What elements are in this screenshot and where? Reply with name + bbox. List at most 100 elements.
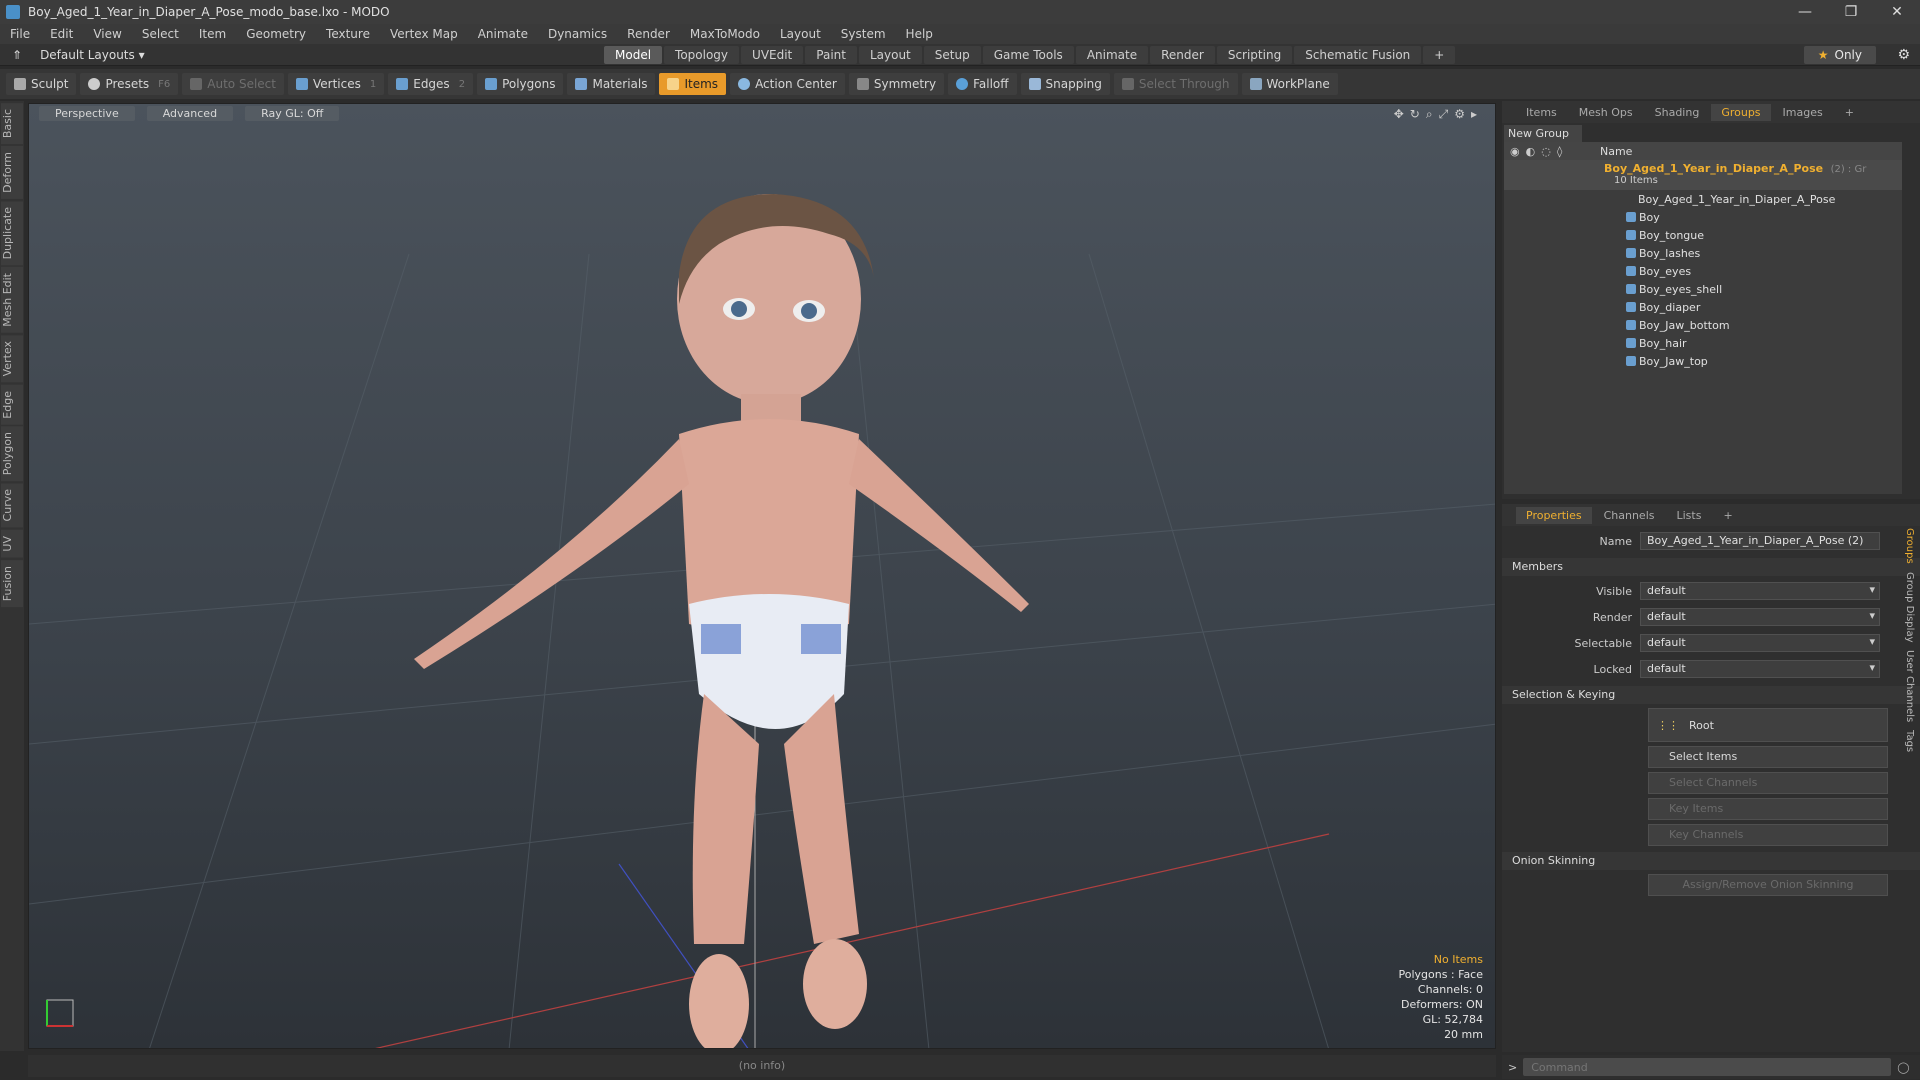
menu-view[interactable]: View [83,27,131,41]
action-center-button[interactable]: Action Center [730,73,845,95]
list-item[interactable]: Boy_Aged_1_Year_in_Diaper_A_Pose [1504,190,1902,208]
add-panel-tab[interactable]: + [1835,104,1864,121]
tab-schematic-fusion[interactable]: Schematic Fusion [1294,46,1422,64]
tab-shading[interactable]: Shading [1645,104,1710,121]
list-item[interactable]: Boy_Jaw_bottom [1504,316,1902,334]
pan-icon[interactable]: ✥ [1394,107,1404,122]
vertices-button[interactable]: Vertices 1 [287,73,385,95]
auto-select-button[interactable]: Auto Select [182,73,284,95]
tab-mesh-ops[interactable]: Mesh Ops [1569,104,1643,121]
add-properties-tab[interactable]: + [1713,507,1742,524]
menu-file[interactable]: File [0,27,40,41]
menu-texture[interactable]: Texture [316,27,380,41]
tab-layout[interactable]: Layout [858,46,922,64]
menu-layout[interactable]: Layout [770,27,831,41]
zoom-icon[interactable]: ⌕ [1426,107,1433,122]
list-item[interactable]: Boy_tongue [1504,226,1902,244]
tab-uv[interactable]: UV [1,529,23,558]
onion-skinning-section[interactable]: Onion Skinning [1502,852,1920,870]
list-item[interactable]: Boy_Jaw_top [1504,352,1902,370]
list-item[interactable]: Boy_lashes [1504,244,1902,262]
tab-topology[interactable]: Topology [664,46,740,64]
menu-render[interactable]: Render [617,27,680,41]
menu-item[interactable]: Item [189,27,236,41]
tab-polygon[interactable]: Polygon [1,426,23,482]
name-field[interactable]: Boy_Aged_1_Year_in_Diaper_A_Pose (2) [1640,532,1880,550]
rotate-icon[interactable]: ↻ [1410,107,1420,122]
presets-button[interactable]: Presets F6 [80,73,179,95]
maximize-icon[interactable]: ❐ [1828,0,1874,24]
render-icon[interactable]: ◐ [1526,145,1536,158]
menu-vertex-map[interactable]: Vertex Map [380,27,468,41]
perspective-dropdown[interactable]: Perspective [39,106,135,121]
menu-select[interactable]: Select [132,27,189,41]
list-item[interactable]: Boy_eyes [1504,262,1902,280]
tab-mesh-edit[interactable]: Mesh Edit [1,267,23,334]
items-button[interactable]: Items [659,73,727,95]
side-tab-user-channels[interactable]: User Channels [1904,650,1915,722]
layout-toggle-icon[interactable]: ⇑ [12,48,22,62]
tab-uvedit[interactable]: UVEdit [741,46,804,64]
sculpt-button[interactable]: Sculpt [6,73,77,95]
list-item[interactable]: Boy [1504,208,1902,226]
expand-arrow-icon[interactable]: ▸ [1471,107,1477,122]
key-channels-button[interactable]: Key Channels [1648,824,1888,846]
advanced-dropdown[interactable]: Advanced [146,106,234,121]
raygl-toggle[interactable]: Ray GL: Off [245,106,340,121]
tab-animate[interactable]: Animate [1075,46,1149,64]
polygons-button[interactable]: Polygons [477,73,564,95]
new-group-button[interactable]: New Group [1504,125,1582,142]
falloff-button[interactable]: Falloff [948,73,1017,95]
materials-button[interactable]: Materials [567,73,656,95]
tab-render[interactable]: Render [1150,46,1215,64]
menu-dynamics[interactable]: Dynamics [538,27,617,41]
menu-system[interactable]: System [831,27,896,41]
tab-channels[interactable]: Channels [1594,507,1665,524]
eye-icon[interactable]: ◉ [1510,145,1520,158]
menu-animate[interactable]: Animate [468,27,538,41]
fit-icon[interactable]: ⤢ [1439,107,1449,122]
list-item[interactable]: Boy_eyes_shell [1504,280,1902,298]
edges-button[interactable]: Edges 2 [388,73,474,95]
locked-select[interactable]: default [1640,660,1880,678]
only-button[interactable]: ★ Only [1803,46,1876,64]
tab-scripting[interactable]: Scripting [1216,46,1293,64]
tab-setup[interactable]: Setup [923,46,981,64]
menu-edit[interactable]: Edit [40,27,83,41]
key-items-button[interactable]: Key Items [1648,798,1888,820]
gear-icon[interactable]: ⚙ [1897,47,1910,63]
visible-select[interactable]: default [1640,582,1880,600]
side-tab-tags[interactable]: Tags [1904,730,1915,752]
menu-maxtomodo[interactable]: MaxToModo [680,27,770,41]
tab-groups[interactable]: Groups [1711,103,1771,121]
3d-viewport[interactable]: Perspective Advanced Ray GL: Off ✥ ↻ ⌕ ⤢… [28,103,1496,1049]
tab-duplicate[interactable]: Duplicate [1,201,23,266]
viewport-settings-icon[interactable]: ⚙ [1454,107,1465,122]
tab-properties[interactable]: Properties [1516,506,1592,524]
selectable-select[interactable]: default [1640,634,1880,652]
lock-icon[interactable]: ◌ [1541,145,1551,158]
select-through-button[interactable]: Select Through [1113,73,1238,95]
tab-fusion[interactable]: Fusion [1,559,23,607]
selection-keying-section[interactable]: Selection & Keying [1502,686,1920,704]
tab-vertex[interactable]: Vertex [1,335,23,383]
group-row[interactable]: Boy_Aged_1_Year_in_Diaper_A_Pose (2) : G… [1504,160,1902,190]
menu-help[interactable]: Help [896,27,943,41]
tab-edge[interactable]: Edge [1,384,23,425]
tab-lists[interactable]: Lists [1667,507,1712,524]
side-tab-groups[interactable]: Groups [1904,528,1915,564]
workplane-button[interactable]: WorkPlane [1241,73,1338,95]
tab-images[interactable]: Images [1773,104,1833,121]
tab-game-tools[interactable]: Game Tools [982,46,1074,64]
tab-curve[interactable]: Curve [1,483,23,528]
tab-deform[interactable]: Deform [1,146,23,200]
root-button[interactable]: ⋮⋮ Root [1648,708,1888,742]
minimize-icon[interactable]: — [1782,0,1828,24]
list-item[interactable]: Boy_diaper [1504,298,1902,316]
layout-dropdown[interactable]: Default Layouts ▾ [40,48,145,62]
side-tab-group-display[interactable]: Group Display [1904,572,1915,642]
tab-paint[interactable]: Paint [805,46,857,64]
tab-basic[interactable]: Basic [1,103,23,145]
select-icon[interactable]: ◊ [1557,145,1562,158]
list-item[interactable]: Boy_hair [1504,334,1902,352]
